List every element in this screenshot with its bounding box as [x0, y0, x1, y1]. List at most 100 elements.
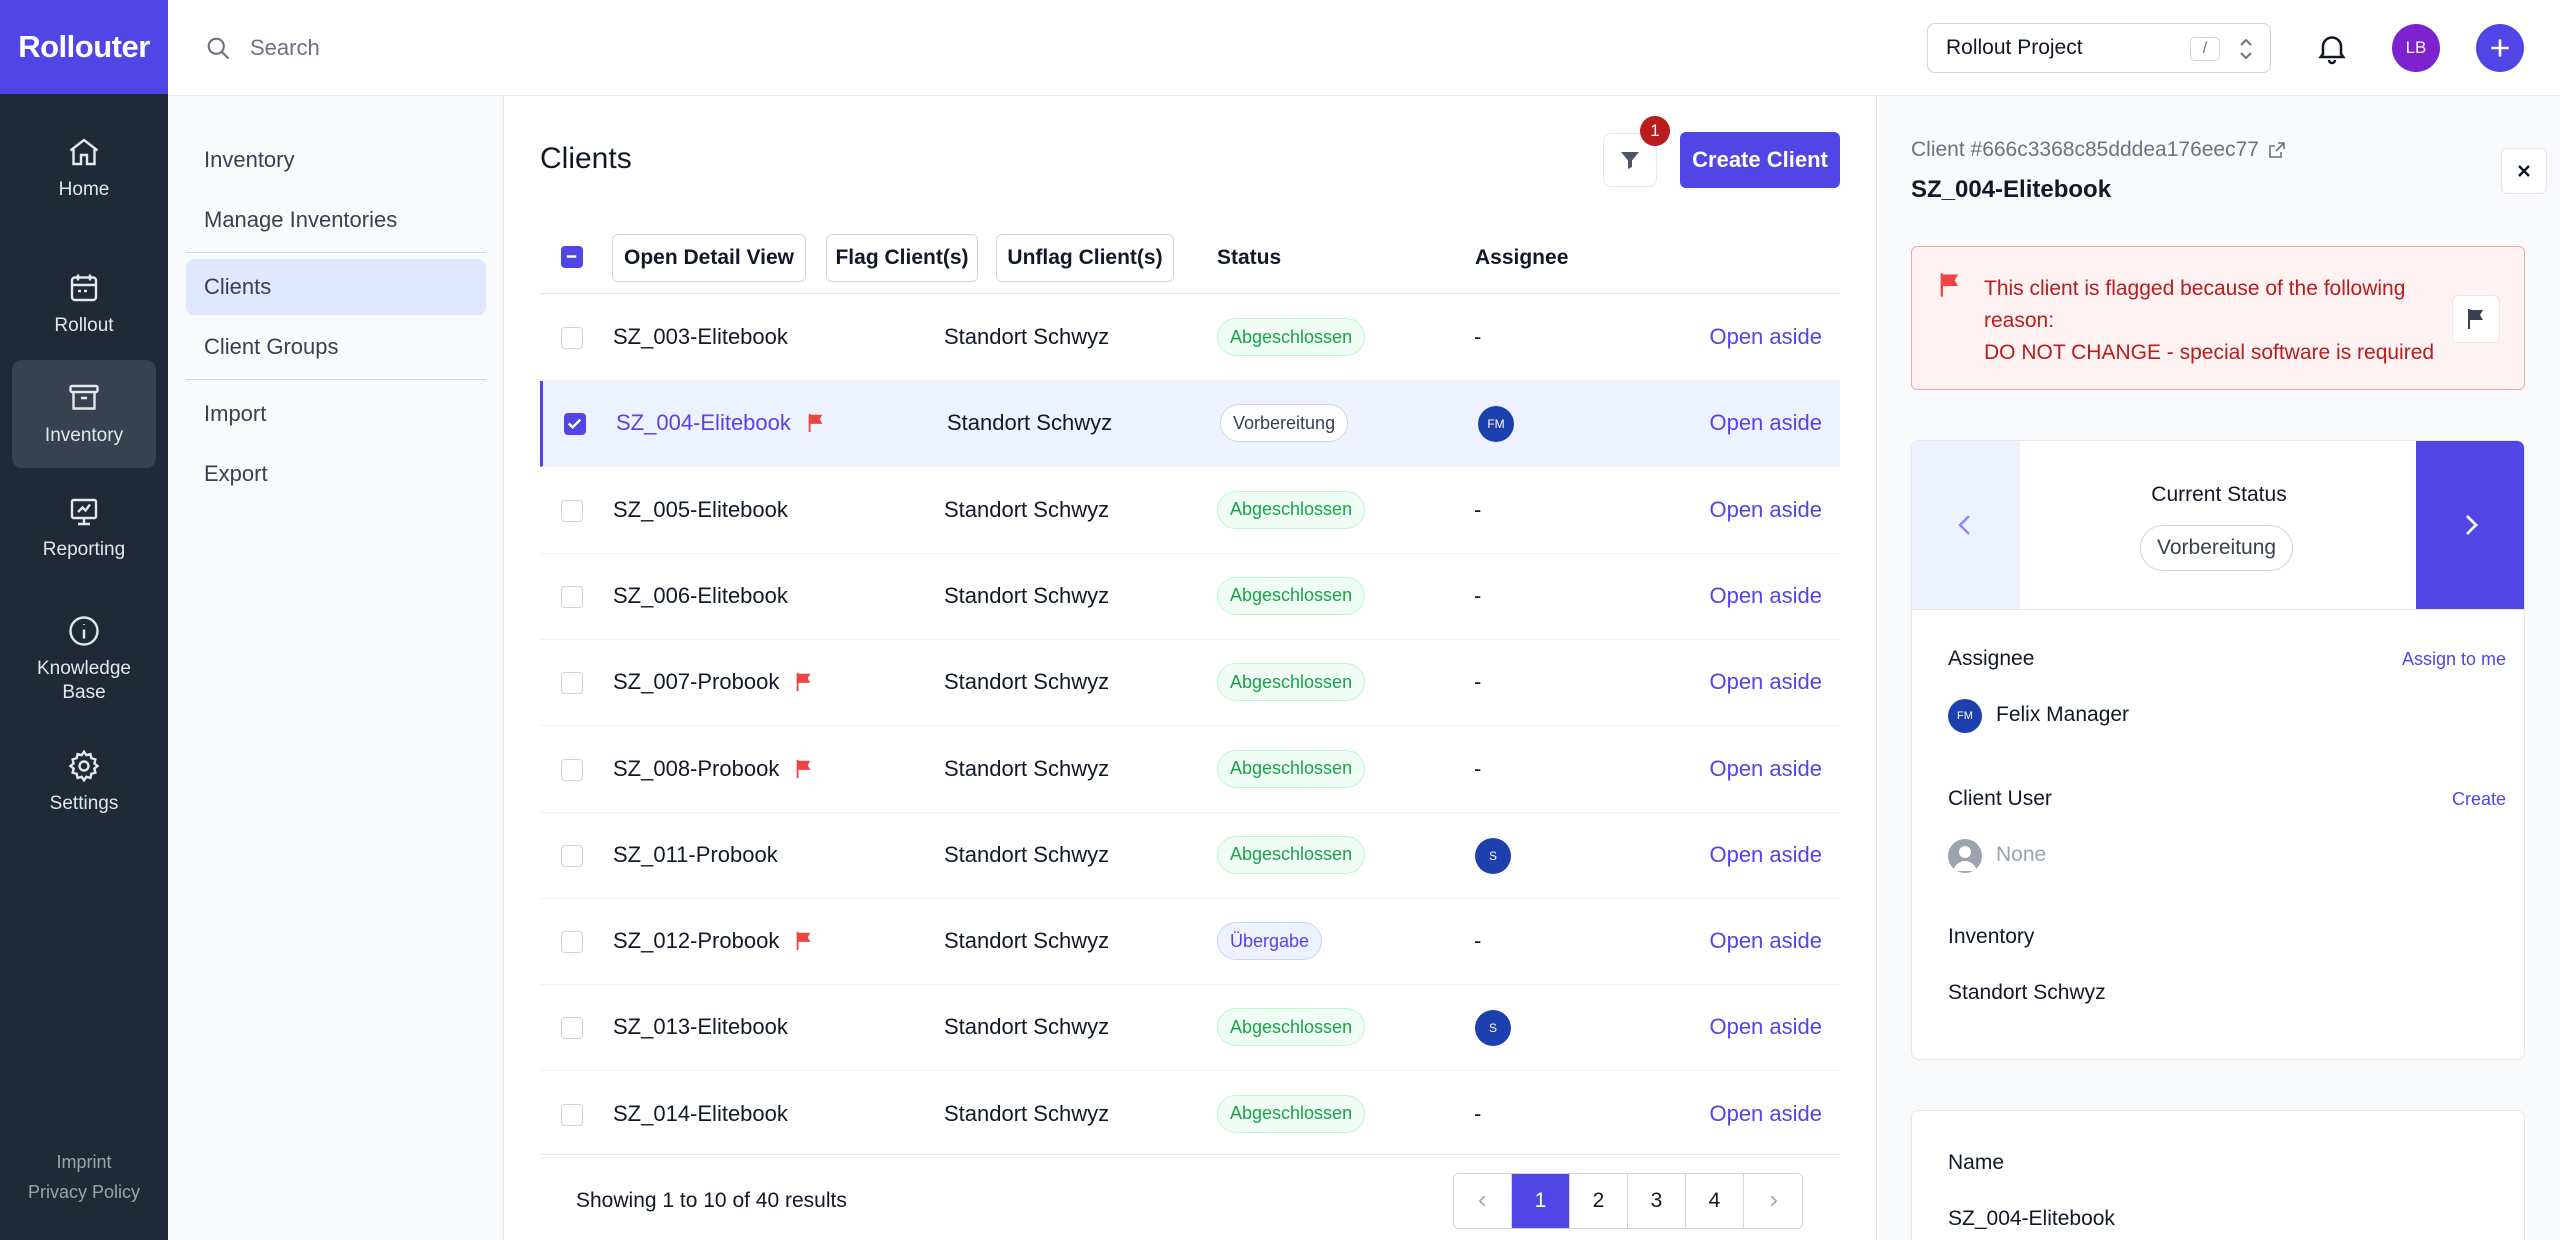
client-name[interactable]: SZ_011-Probook: [613, 842, 778, 868]
app-logo[interactable]: Rollouter: [0, 0, 168, 94]
status-badge: Abgeschlossen: [1217, 663, 1366, 702]
table-row[interactable]: SZ_005-Elitebook Standort Schwyz Abgeschlo…: [540, 468, 1840, 554]
table-row[interactable]: SZ_013-Elitebook Standort Schwyz Abgeschlo…: [540, 985, 1840, 1072]
pagination-page-1[interactable]: 1: [1512, 1174, 1570, 1228]
open-aside-link[interactable]: Open aside: [1709, 756, 1822, 782]
pagination-page-2[interactable]: 2: [1570, 1174, 1628, 1228]
row-checkbox[interactable]: [561, 499, 583, 522]
client-inventory: Standort Schwyz: [944, 755, 1110, 781]
client-inventory: Standort Schwyz: [944, 1014, 1110, 1040]
create-client-button[interactable]: Create Client: [1680, 132, 1840, 188]
subnav-item-export[interactable]: Export: [186, 446, 486, 502]
row-checkbox[interactable]: [561, 585, 583, 608]
row-checkbox[interactable]: [561, 672, 583, 695]
divider: [1912, 609, 2524, 610]
client-inventory: Standort Schwyz: [947, 410, 1113, 436]
table-row[interactable]: SZ_003-Elitebook Standort Schwyz Abgeschlo…: [540, 295, 1840, 381]
client-name[interactable]: SZ_003-Elitebook: [613, 324, 788, 350]
client-name[interactable]: SZ_006-Elitebook: [613, 583, 788, 609]
row-checkbox[interactable]: [564, 413, 586, 436]
client-name[interactable]: SZ_014-Elitebook: [613, 1101, 788, 1127]
client-name-text: SZ_006-Elitebook: [613, 582, 788, 608]
project-select-value: Rollout Project: [1946, 36, 2083, 59]
table-row[interactable]: SZ_008-Probook Standort Schwyz Abgeschloss…: [540, 727, 1840, 813]
open-aside-link[interactable]: Open aside: [1709, 583, 1822, 609]
assign-to-me-link[interactable]: Assign to me: [2402, 649, 2506, 670]
table-row[interactable]: SZ_007-Probook Standort Schwyz Abgeschloss…: [540, 640, 1840, 727]
rail-item-settings[interactable]: Settings: [12, 728, 156, 836]
table-row[interactable]: SZ_006-Elitebook Standort Schwyz Abgeschlo…: [540, 554, 1840, 640]
imprint-link[interactable]: Imprint: [0, 1152, 168, 1173]
pagination-prev[interactable]: [1454, 1174, 1512, 1228]
subnav-item-client-groups[interactable]: Client Groups: [186, 319, 486, 375]
add-button[interactable]: [2476, 24, 2524, 72]
client-name[interactable]: SZ_004-Elitebook: [616, 410, 827, 436]
open-detail-view-button[interactable]: Open Detail View: [612, 234, 806, 282]
subnav-item-import[interactable]: Import: [186, 386, 486, 442]
table-row[interactable]: SZ_014-Elitebook Standort Schwyz Abgeschlo…: [540, 1072, 1840, 1158]
rail-item-rollout[interactable]: Rollout: [12, 250, 156, 358]
rail-item-home[interactable]: Home: [12, 114, 156, 222]
client-name[interactable]: SZ_005-Elitebook: [613, 497, 788, 523]
unflag-clients-button[interactable]: Unflag Client(s): [996, 234, 1174, 282]
column-header-assignee[interactable]: Assignee: [1475, 246, 1568, 270]
name-card: Name SZ_004-Elitebook: [1911, 1110, 2525, 1240]
subnav-item-inventory[interactable]: Inventory: [186, 132, 486, 188]
pagination-page-3[interactable]: 3: [1628, 1174, 1686, 1228]
client-name[interactable]: SZ_013-Elitebook: [613, 1014, 788, 1040]
column-header-status[interactable]: Status: [1217, 246, 1281, 270]
table-row[interactable]: SZ_004-Elitebook Standort Schwyz Vorbereit…: [540, 381, 1840, 468]
client-id[interactable]: Client #666c3368c85dddea176eec77: [1911, 138, 2287, 162]
row-checkbox[interactable]: [561, 758, 583, 781]
status-badge: Abgeschlossen: [1217, 576, 1366, 615]
previous-status-button[interactable]: [1912, 441, 2020, 609]
table-row[interactable]: SZ_012-Probook Standort Schwyz Übergabe - Op…: [540, 899, 1840, 986]
open-aside-link[interactable]: Open aside: [1709, 1014, 1822, 1040]
client-name[interactable]: SZ_008-Probook: [613, 756, 815, 782]
open-aside-link[interactable]: Open aside: [1709, 928, 1822, 954]
open-aside-link[interactable]: Open aside: [1709, 324, 1822, 350]
select-all-checkbox[interactable]: [561, 246, 583, 268]
privacy-policy-link[interactable]: Privacy Policy: [0, 1182, 168, 1203]
bell-icon[interactable]: [2314, 30, 2350, 66]
client-name[interactable]: SZ_012-Probook: [613, 928, 815, 954]
status-badge: Abgeschlossen: [1217, 318, 1366, 356]
rail-item-label: Reporting: [42, 539, 126, 560]
rail-item-reporting[interactable]: Reporting: [12, 474, 156, 582]
next-status-button[interactable]: [2416, 441, 2524, 609]
row-checkbox[interactable]: [561, 931, 583, 954]
user-avatar[interactable]: LB: [2392, 24, 2440, 72]
create-client-user-link[interactable]: Create: [2452, 789, 2506, 810]
pagination-next[interactable]: [1744, 1174, 1802, 1228]
row-checkbox[interactable]: [561, 844, 583, 867]
rail-item-inventory[interactable]: Inventory: [12, 360, 156, 468]
open-aside-link[interactable]: Open aside: [1709, 669, 1822, 695]
open-aside-link[interactable]: Open aside: [1709, 842, 1822, 868]
current-status-label: Current Status: [2151, 483, 2287, 506]
search-input[interactable]: [250, 28, 850, 68]
client-name[interactable]: SZ_007-Probook: [613, 669, 815, 695]
info-circle-icon: [69, 616, 99, 646]
flag-clients-button[interactable]: Flag Client(s): [826, 234, 978, 282]
table-row[interactable]: SZ_011-Probook Standort Schwyz Abgeschloss…: [540, 813, 1840, 899]
external-link-icon: [2269, 142, 2285, 158]
row-checkbox[interactable]: [561, 1017, 583, 1040]
open-aside-link[interactable]: Open aside: [1709, 1101, 1822, 1127]
client-user-label: Client User: [1948, 787, 2052, 810]
unflag-button[interactable]: [2452, 295, 2500, 343]
search-icon: [207, 37, 230, 60]
flag-icon: [796, 759, 811, 778]
open-aside-link[interactable]: Open aside: [1709, 410, 1822, 436]
subnav-item-clients[interactable]: Clients: [186, 259, 486, 315]
calendar-icon: [70, 274, 98, 302]
subnav-item-manage-inventories[interactable]: Manage Inventories: [186, 192, 486, 248]
row-checkbox[interactable]: [561, 1103, 583, 1126]
row-checkbox[interactable]: [561, 327, 583, 349]
rail-item-knowledge-base[interactable]: Knowledge Base: [12, 598, 156, 720]
pagination-page-4[interactable]: 4: [1686, 1174, 1744, 1228]
client-name-text: SZ_007-Probook: [613, 669, 780, 695]
open-aside-link[interactable]: Open aside: [1709, 497, 1822, 523]
project-select[interactable]: Rollout Project /: [1927, 23, 2271, 73]
close-aside-button[interactable]: [2501, 148, 2547, 194]
name-value: SZ_004-Elitebook: [1948, 1207, 2115, 1230]
